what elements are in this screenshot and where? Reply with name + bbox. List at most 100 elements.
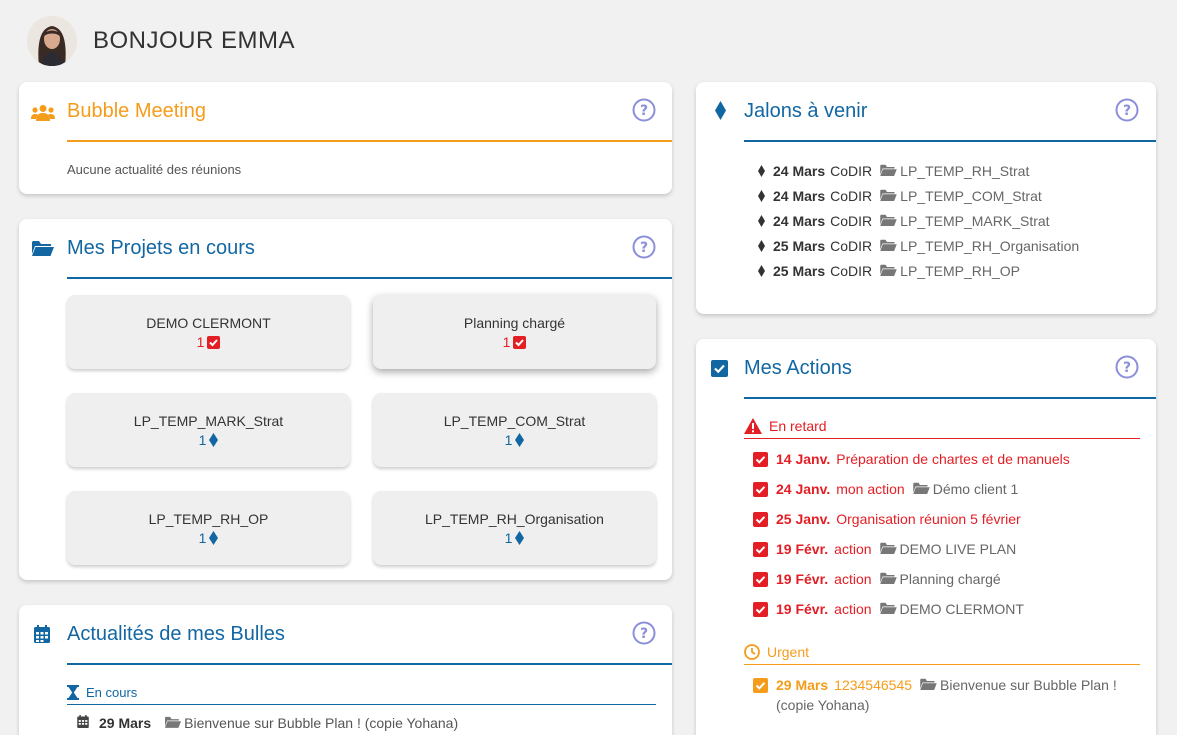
project-tile[interactable]: LP_TEMP_RH_Organisation 1: [373, 491, 656, 565]
milestone-label: CoDIR: [830, 213, 873, 229]
section-label: En cours: [86, 684, 138, 700]
action-project: Démo client 1: [932, 481, 1019, 497]
action-project: Bienvenue sur Bubble Plan !: [940, 677, 1117, 693]
diamond-icon: [758, 215, 765, 227]
folder-open-icon: [880, 163, 897, 179]
svg-text:?: ?: [640, 626, 648, 642]
diamond-icon: [515, 531, 525, 545]
svg-text:?: ?: [1123, 360, 1131, 376]
section-header-urgent: Urgent: [744, 641, 1140, 665]
milestone-project: LP_TEMP_RH_OP: [900, 263, 1020, 279]
project-tile[interactable]: LP_TEMP_COM_Strat 1: [373, 393, 656, 467]
action-row[interactable]: 24 Janv. mon action Démo client 1: [753, 481, 1018, 497]
milestone-row[interactable]: 25 Mars CoDIR LP_TEMP_RH_Organisation: [758, 236, 1079, 256]
card-title: Mes Actions: [744, 357, 852, 379]
action-count-badge: 1: [197, 334, 221, 350]
action-row[interactable]: 19 Févr. action Planning chargé: [753, 571, 1001, 587]
card-header: Mes Actions ?: [696, 339, 1156, 399]
card-title: Bubble Meeting: [67, 100, 206, 122]
project-name: LP_TEMP_COM_Strat: [443, 413, 586, 429]
news-date: 29 Mars: [99, 715, 152, 731]
page-header: BONJOUR EMMA: [27, 14, 295, 68]
count: 1: [196, 334, 205, 350]
diamond-icon: [758, 265, 765, 277]
section-divider: [67, 704, 656, 705]
card-title: Mes Projets en cours: [67, 237, 255, 259]
action-row[interactable]: 25 Janv. Organisation réunion 5 février: [753, 511, 1021, 527]
users-icon: [31, 104, 55, 127]
help-icon[interactable]: ?: [1115, 355, 1139, 379]
milestone-row[interactable]: 24 Mars CoDIR LP_TEMP_MARK_Strat: [758, 211, 1050, 231]
action-row[interactable]: 19 Févr. action DEMO CLERMONT: [753, 601, 1024, 617]
milestone-project: LP_TEMP_COM_Strat: [900, 188, 1042, 204]
project-tile[interactable]: LP_TEMP_MARK_Strat 1: [67, 393, 350, 467]
folder-open-icon: [880, 213, 897, 229]
milestones-card: Jalons à venir ? 24 Mars CoDIR LP_TEMP_R…: [696, 82, 1156, 314]
diamond-icon: [758, 190, 765, 202]
section-label: Urgent: [767, 644, 810, 660]
folder-open-icon: [165, 715, 182, 731]
action-date: 29 Mars: [776, 677, 829, 693]
action-row[interactable]: 14 Janv. Préparation de chartes et de ma…: [753, 451, 1070, 467]
warning-icon: [744, 418, 762, 434]
clock-icon: [744, 644, 760, 660]
milestone-label: CoDIR: [830, 163, 873, 179]
greeting-title: BONJOUR EMMA: [93, 27, 296, 54]
milestone-row[interactable]: 24 Mars CoDIR LP_TEMP_RH_Strat: [758, 161, 1029, 181]
help-icon[interactable]: ?: [1115, 98, 1139, 122]
user-avatar[interactable]: [27, 16, 77, 66]
milestone-project: LP_TEMP_MARK_Strat: [900, 213, 1050, 229]
project-tile[interactable]: LP_TEMP_RH_OP 1: [67, 491, 350, 565]
milestone-count-badge: 1: [505, 432, 525, 448]
action-label: action: [834, 571, 872, 587]
empty-state-text: Aucune actualité des réunions: [67, 162, 242, 177]
action-project: DEMO LIVE PLAN: [899, 541, 1017, 557]
milestone-date: 25 Mars: [773, 263, 826, 279]
action-label: action: [834, 541, 872, 557]
help-icon[interactable]: ?: [632, 98, 656, 122]
folder-open-icon: [920, 677, 937, 693]
news-project: Bienvenue sur Bubble Plan ! (copie Yohan…: [184, 715, 459, 731]
news-item[interactable]: 29 Mars Bienvenue sur Bubble Plan ! (cop…: [77, 715, 458, 731]
folder-open-icon: [879, 601, 897, 617]
section-header-in-progress: En cours: [67, 681, 656, 705]
folder-open-icon: [912, 481, 930, 497]
action-row[interactable]: 19 Févr. action DEMO LIVE PLAN: [753, 541, 1016, 557]
projects-card: Mes Projets en cours ? DEMO CLERMONT 1 P…: [19, 219, 672, 580]
folder-open-icon: [880, 263, 897, 279]
count: 1: [502, 334, 511, 350]
count: 1: [504, 432, 513, 448]
milestone-label: CoDIR: [830, 238, 873, 254]
action-date: 19 Févr.: [776, 571, 829, 587]
milestone-date: 24 Mars: [773, 213, 826, 229]
card-divider: [67, 663, 672, 665]
project-name: LP_TEMP_RH_OP: [148, 511, 269, 527]
calendar-icon: [34, 625, 50, 648]
action-date: 19 Févr.: [776, 541, 829, 557]
project-tile[interactable]: DEMO CLERMONT 1: [67, 295, 350, 369]
project-name: LP_TEMP_MARK_Strat: [133, 413, 284, 429]
milestone-count-badge: 1: [505, 530, 525, 546]
checkbox-icon: [753, 678, 768, 693]
hourglass-icon: [67, 684, 79, 700]
milestone-count-badge: 1: [199, 530, 219, 546]
action-date: 24 Janv.: [776, 481, 831, 497]
action-row[interactable]: 29 Mars 1234546545 Bienvenue sur Bubble …: [753, 677, 1143, 713]
folder-open-icon: [880, 188, 897, 204]
card-divider: [67, 277, 672, 279]
news-card: Actualités de mes Bulles ? En cours 29 M…: [19, 605, 672, 735]
project-tile[interactable]: Planning chargé 1: [373, 295, 656, 369]
action-project-cont: (copie Yohana): [776, 697, 870, 713]
actions-card: Mes Actions ? En retard 14 Janv. Prépara…: [696, 339, 1156, 735]
card-title: Jalons à venir: [744, 100, 868, 122]
milestone-row[interactable]: 24 Mars CoDIR LP_TEMP_COM_Strat: [758, 186, 1042, 206]
action-label: 1234546545: [834, 677, 913, 693]
help-icon[interactable]: ?: [632, 621, 656, 645]
help-icon[interactable]: ?: [632, 235, 656, 259]
milestone-row[interactable]: 25 Mars CoDIR LP_TEMP_RH_OP: [758, 261, 1020, 281]
count: 1: [504, 530, 513, 546]
checkbox-icon: [513, 335, 527, 349]
project-name: DEMO CLERMONT: [146, 315, 271, 331]
card-header: Jalons à venir ?: [696, 82, 1156, 142]
milestone-count-badge: 1: [199, 432, 219, 448]
